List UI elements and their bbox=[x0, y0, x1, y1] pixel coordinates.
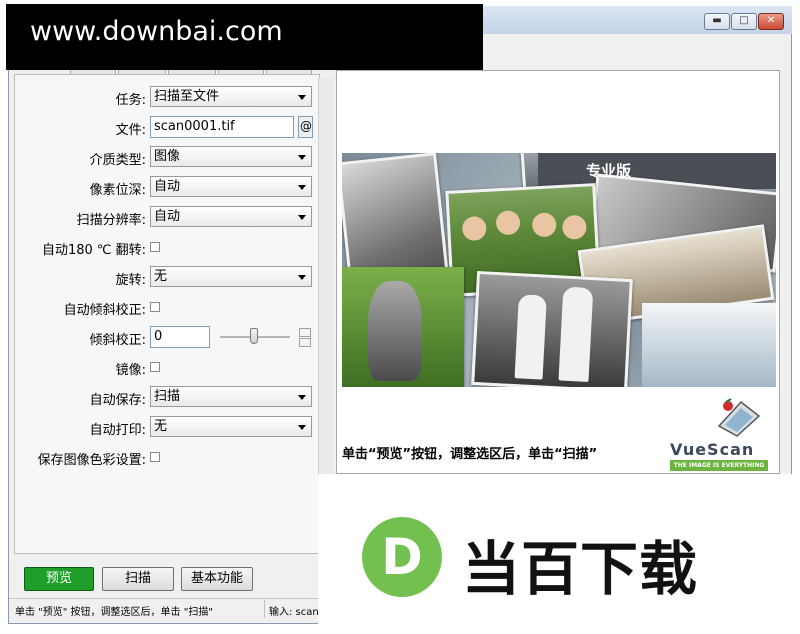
resolution-value: 自动 bbox=[154, 209, 181, 224]
file-options-button[interactable]: @ bbox=[298, 116, 313, 138]
deskew-label: 倾斜校正: bbox=[89, 333, 146, 348]
auto-deskew-label: 自动倾斜校正: bbox=[63, 303, 146, 318]
status-divider bbox=[264, 600, 265, 618]
chevron-down-icon bbox=[298, 155, 306, 160]
bit-depth-label: 像素位深: bbox=[89, 183, 146, 198]
mirror-checkbox[interactable] bbox=[150, 362, 160, 372]
media-label: 介质类型: bbox=[89, 153, 146, 168]
preview-hint: 单击“预览”按钮，调整选区后，单击“扫描” bbox=[342, 447, 598, 462]
resolution-select[interactable]: 自动 bbox=[150, 206, 312, 227]
vuescan-tagline: THE IMAGE IS EVERYTHING bbox=[670, 460, 768, 471]
auto-save-select[interactable]: 扫描 bbox=[150, 386, 312, 407]
downbai-logo-text: 当百下载 bbox=[462, 535, 699, 603]
auto-save-value: 扫描 bbox=[154, 389, 181, 404]
auto-save-label: 自动保存: bbox=[89, 393, 146, 408]
auto-flip-label: 自动180 ℃ 翻转: bbox=[41, 243, 146, 258]
auto-deskew-checkbox[interactable] bbox=[150, 302, 160, 312]
bit-depth-select[interactable]: 自动 bbox=[150, 176, 312, 197]
mirror-label: 镜像: bbox=[115, 363, 146, 378]
file-field[interactable]: scan0001.tif bbox=[150, 116, 294, 138]
media-value: 图像 bbox=[154, 149, 181, 164]
deskew-field[interactable]: 0 bbox=[150, 326, 210, 348]
file-label: 文件: bbox=[115, 123, 146, 138]
media-select[interactable]: 图像 bbox=[150, 146, 312, 167]
spin-up-button[interactable] bbox=[299, 328, 311, 337]
rotate-label: 旋转: bbox=[115, 273, 146, 288]
child-face bbox=[561, 214, 588, 240]
photo-boys bbox=[471, 270, 633, 387]
basic-mode-button[interactable]: 基本功能 bbox=[181, 567, 253, 591]
scanner-device bbox=[642, 303, 776, 387]
status-input: 输入: scan bbox=[269, 607, 319, 618]
auto-print-select[interactable]: 无 bbox=[150, 416, 312, 437]
child-face bbox=[495, 210, 521, 236]
minimize-button[interactable]: ▬ bbox=[704, 13, 730, 30]
status-hint: 单击 "预览" 按钮，调整选区后，单击 "扫描" bbox=[15, 607, 213, 618]
task-select[interactable]: 扫描至文件 bbox=[150, 86, 312, 107]
auto-flip-checkbox[interactable] bbox=[150, 242, 160, 252]
dog-shape bbox=[368, 281, 422, 381]
watermark-text: www.downbai.com bbox=[30, 16, 283, 47]
close-button[interactable]: ✕ bbox=[758, 13, 784, 30]
chevron-down-icon bbox=[298, 395, 306, 400]
boy-figure bbox=[558, 286, 594, 382]
boy-figure bbox=[514, 294, 547, 380]
save-color-checkbox[interactable] bbox=[150, 452, 160, 462]
deskew-slider-thumb[interactable] bbox=[250, 328, 258, 344]
preview-button[interactable]: 预览 bbox=[24, 567, 94, 591]
task-label: 任务: bbox=[115, 93, 146, 108]
chevron-down-icon bbox=[298, 215, 306, 220]
rotate-select[interactable]: 无 bbox=[150, 266, 312, 287]
pro-edition-label: 专业版 bbox=[586, 162, 632, 180]
downbai-logo-letter: D bbox=[381, 528, 423, 586]
chevron-down-icon bbox=[298, 425, 306, 430]
rotate-value: 无 bbox=[154, 269, 168, 284]
photo-dog bbox=[342, 267, 464, 387]
maximize-button[interactable]: □ bbox=[731, 13, 757, 30]
sample-collage-image bbox=[342, 153, 776, 387]
chevron-down-icon bbox=[298, 275, 306, 280]
spin-down-button[interactable] bbox=[299, 338, 311, 347]
auto-print-value: 无 bbox=[154, 419, 168, 434]
child-face bbox=[461, 215, 487, 242]
child-face bbox=[531, 212, 557, 238]
chevron-down-icon bbox=[298, 95, 306, 100]
scan-button[interactable]: 扫描 bbox=[102, 567, 174, 591]
resolution-label: 扫描分辨率: bbox=[76, 213, 146, 228]
bit-depth-value: 自动 bbox=[154, 179, 181, 194]
chevron-down-icon bbox=[298, 185, 306, 190]
vuescan-brand: VueScan bbox=[670, 440, 755, 459]
task-value: 扫描至文件 bbox=[154, 89, 220, 104]
vuescan-scanner-icon bbox=[715, 396, 763, 440]
auto-print-label: 自动打印: bbox=[89, 423, 146, 438]
save-color-label: 保存图像色彩设置: bbox=[37, 453, 146, 468]
